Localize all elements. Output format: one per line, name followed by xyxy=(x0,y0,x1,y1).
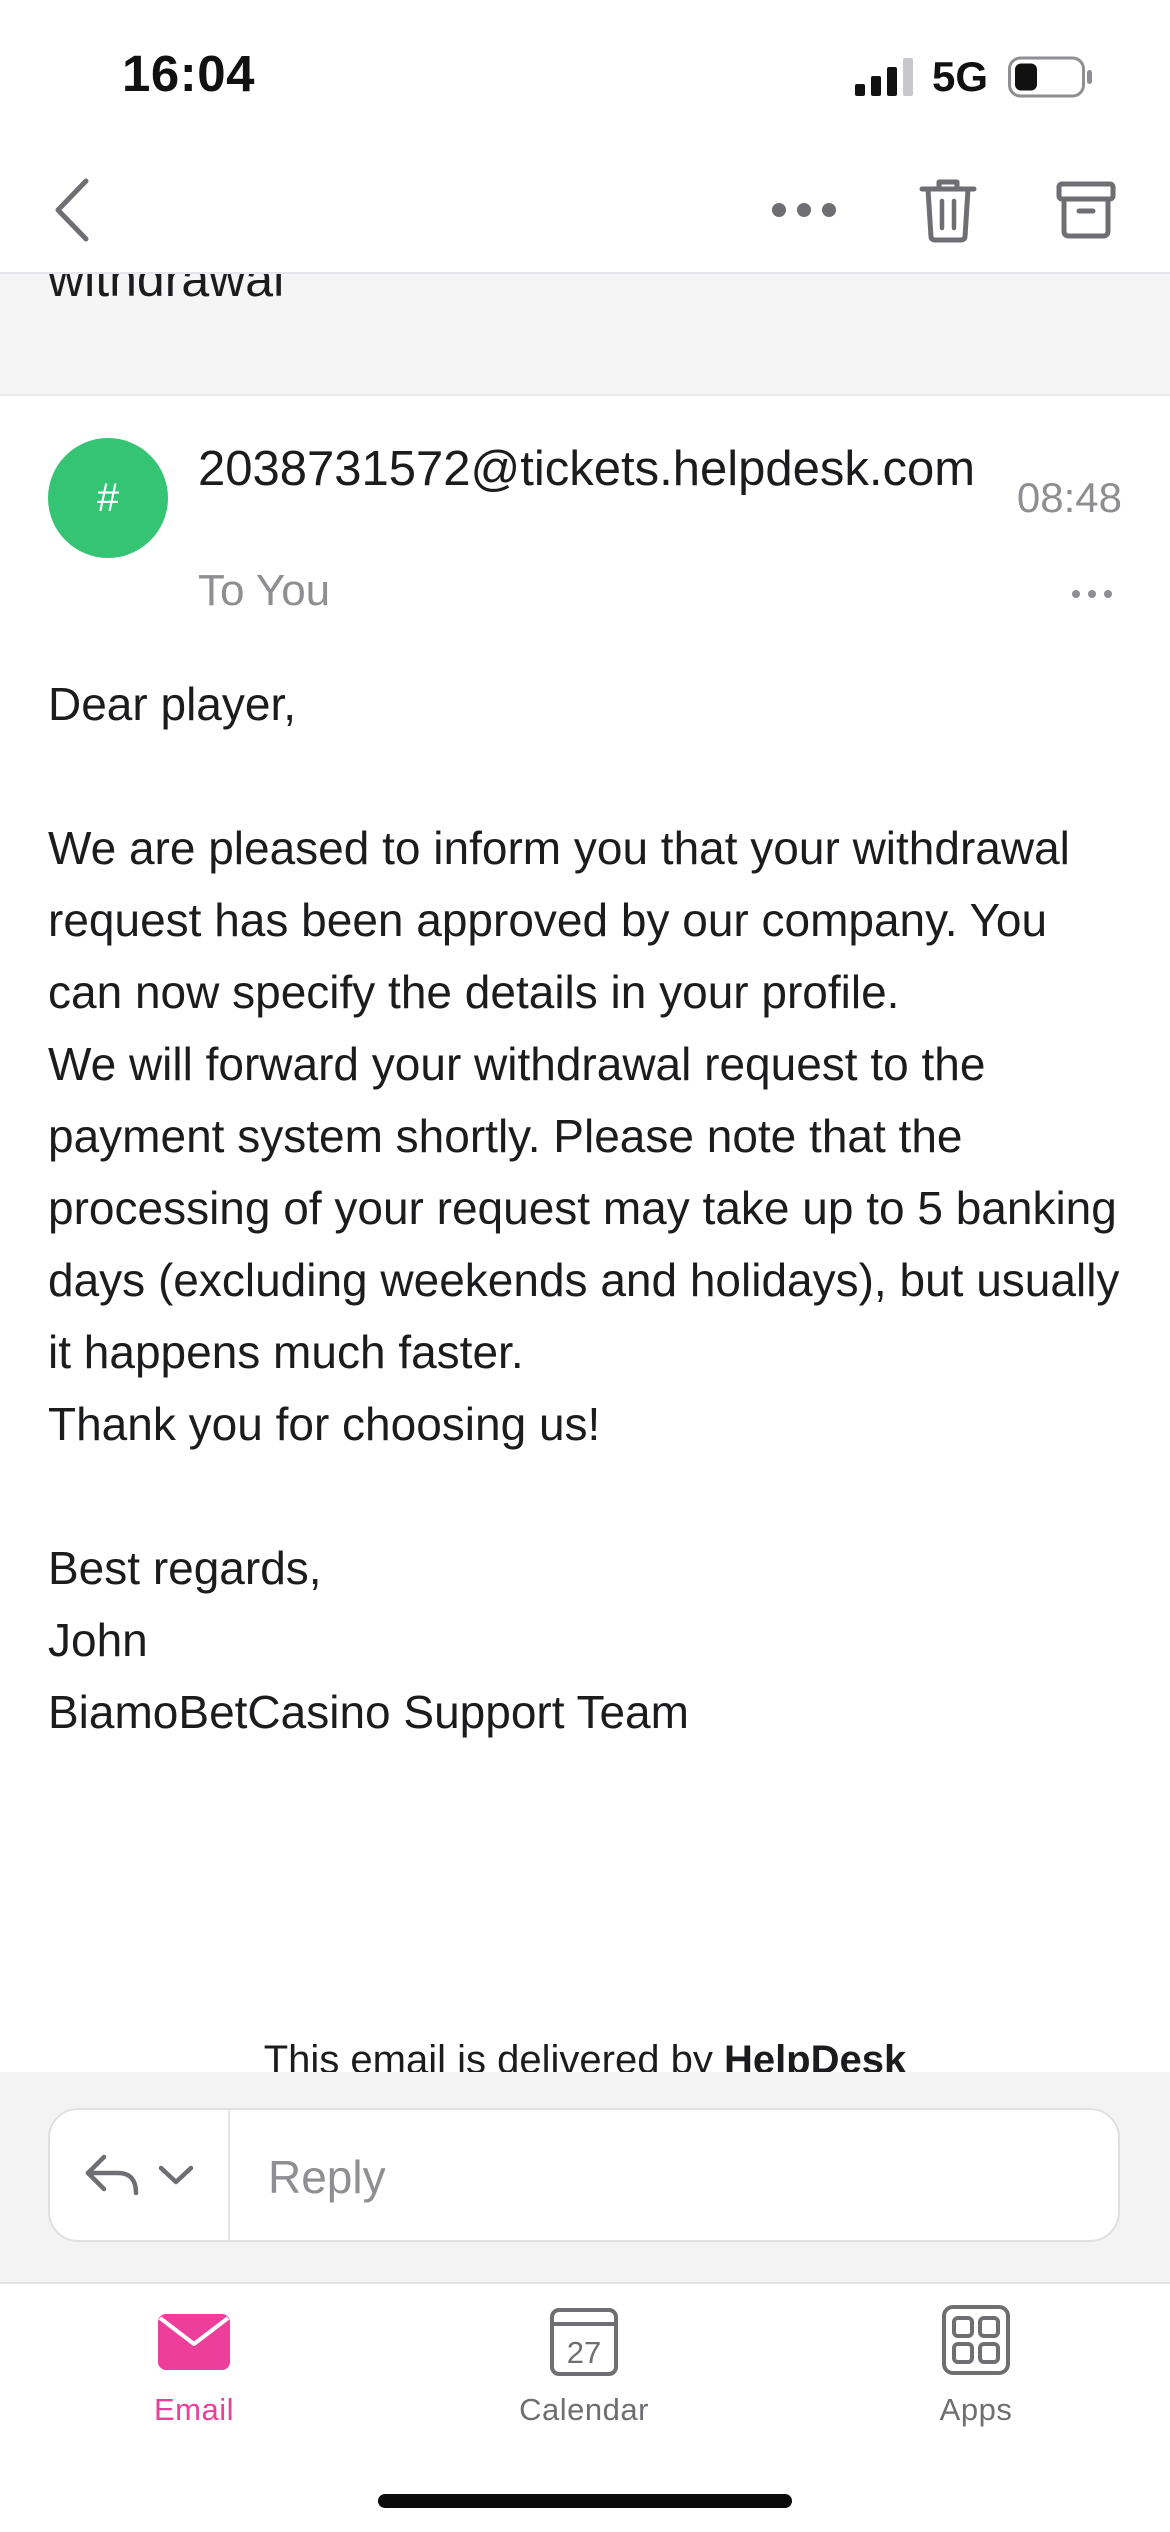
message-more-button[interactable] xyxy=(1070,572,1114,616)
tab-email[interactable]: Email xyxy=(74,2304,314,2464)
footer-brand[interactable]: HelpDesk xyxy=(724,2038,906,2072)
reply-field[interactable]: Reply xyxy=(48,2108,1120,2242)
signer-name: John xyxy=(48,1614,148,1666)
subject-header: withdrawal xyxy=(0,272,1170,396)
status-time: 16:04 xyxy=(122,45,255,102)
status-bar: 16:04 5G xyxy=(0,0,1170,150)
reply-mode-button[interactable] xyxy=(50,2110,230,2240)
recipient-label[interactable]: To You xyxy=(198,566,330,616)
delivery-footer: This email is delivered by HelpDesk xyxy=(0,2020,1170,2072)
calendar-day: 27 xyxy=(567,2335,601,2370)
calendar-icon: 27 xyxy=(550,2308,618,2376)
tab-label-calendar: Calendar xyxy=(519,2392,649,2427)
body-paragraph: We will forward your withdrawal request … xyxy=(48,1038,1120,1378)
email-icon xyxy=(158,2314,230,2370)
footer-text: This email is delivered by xyxy=(263,2038,724,2072)
more-horizontal-icon xyxy=(772,203,836,217)
body-paragraph: Thank you for choosing us! xyxy=(48,1398,601,1450)
signoff: Best regards, xyxy=(48,1542,322,1594)
reply-input[interactable]: Reply xyxy=(268,2150,386,2204)
back-chevron-icon xyxy=(55,178,89,242)
tab-label-email: Email xyxy=(153,2392,234,2427)
tab-calendar[interactable]: 27 Calendar xyxy=(464,2304,704,2464)
network-label: 5G xyxy=(932,53,989,100)
home-indicator[interactable] xyxy=(378,2494,792,2508)
signal-icon xyxy=(855,58,913,96)
tab-apps[interactable]: Apps xyxy=(856,2304,1096,2464)
signer-team: BiamoBetCasino Support Team xyxy=(48,1686,689,1738)
back-button[interactable] xyxy=(32,170,112,250)
more-horizontal-icon xyxy=(1072,590,1112,598)
battery-icon xyxy=(1008,56,1092,98)
avatar[interactable]: # xyxy=(48,438,168,558)
sender-address[interactable]: 2038731572@tickets.helpdesk.com xyxy=(198,440,988,498)
trash-icon xyxy=(919,179,977,243)
greeting: Dear player, xyxy=(48,678,297,730)
apps-grid-icon xyxy=(942,2305,1010,2375)
body-paragraph: We are pleased to inform you that your w… xyxy=(48,822,1070,1018)
tab-label-apps: Apps xyxy=(939,2392,1013,2427)
more-options-button[interactable] xyxy=(764,170,844,250)
reply-arrow-icon xyxy=(85,2154,139,2196)
archive-icon xyxy=(1056,181,1116,239)
email-body: Dear player, We are pleased to inform yo… xyxy=(48,668,1128,1748)
archive-button[interactable] xyxy=(1046,170,1126,250)
reply-bar: Reply xyxy=(0,2072,1170,2284)
chevron-down-icon xyxy=(158,2165,194,2185)
email-screen: 16:04 5G withdrawal # 2038731572@tickets… xyxy=(0,0,1170,2532)
subject-text: withdrawal xyxy=(48,272,285,307)
received-time: 08:48 xyxy=(1016,474,1122,521)
message-toolbar xyxy=(0,150,1170,274)
delete-button[interactable] xyxy=(908,170,988,250)
